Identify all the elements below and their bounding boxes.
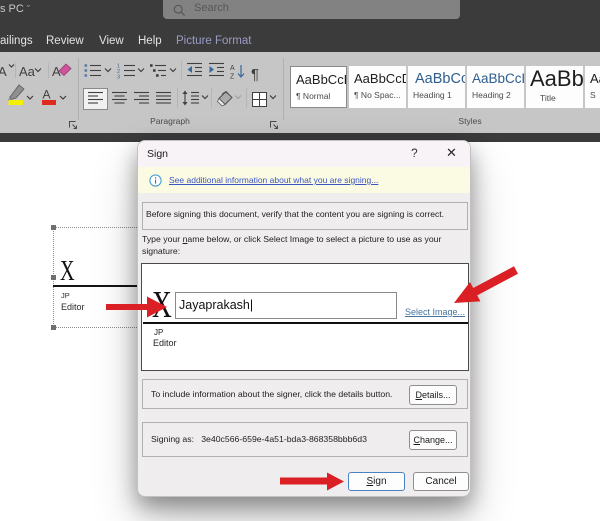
- svg-text:A: A: [230, 65, 235, 72]
- svg-text:A: A: [0, 64, 7, 79]
- svg-text:¶: ¶: [251, 66, 259, 83]
- svg-text:3: 3: [117, 75, 120, 81]
- svg-text:A: A: [43, 88, 51, 102]
- svg-text:Aa: Aa: [19, 64, 36, 79]
- svg-text:Z: Z: [230, 74, 235, 81]
